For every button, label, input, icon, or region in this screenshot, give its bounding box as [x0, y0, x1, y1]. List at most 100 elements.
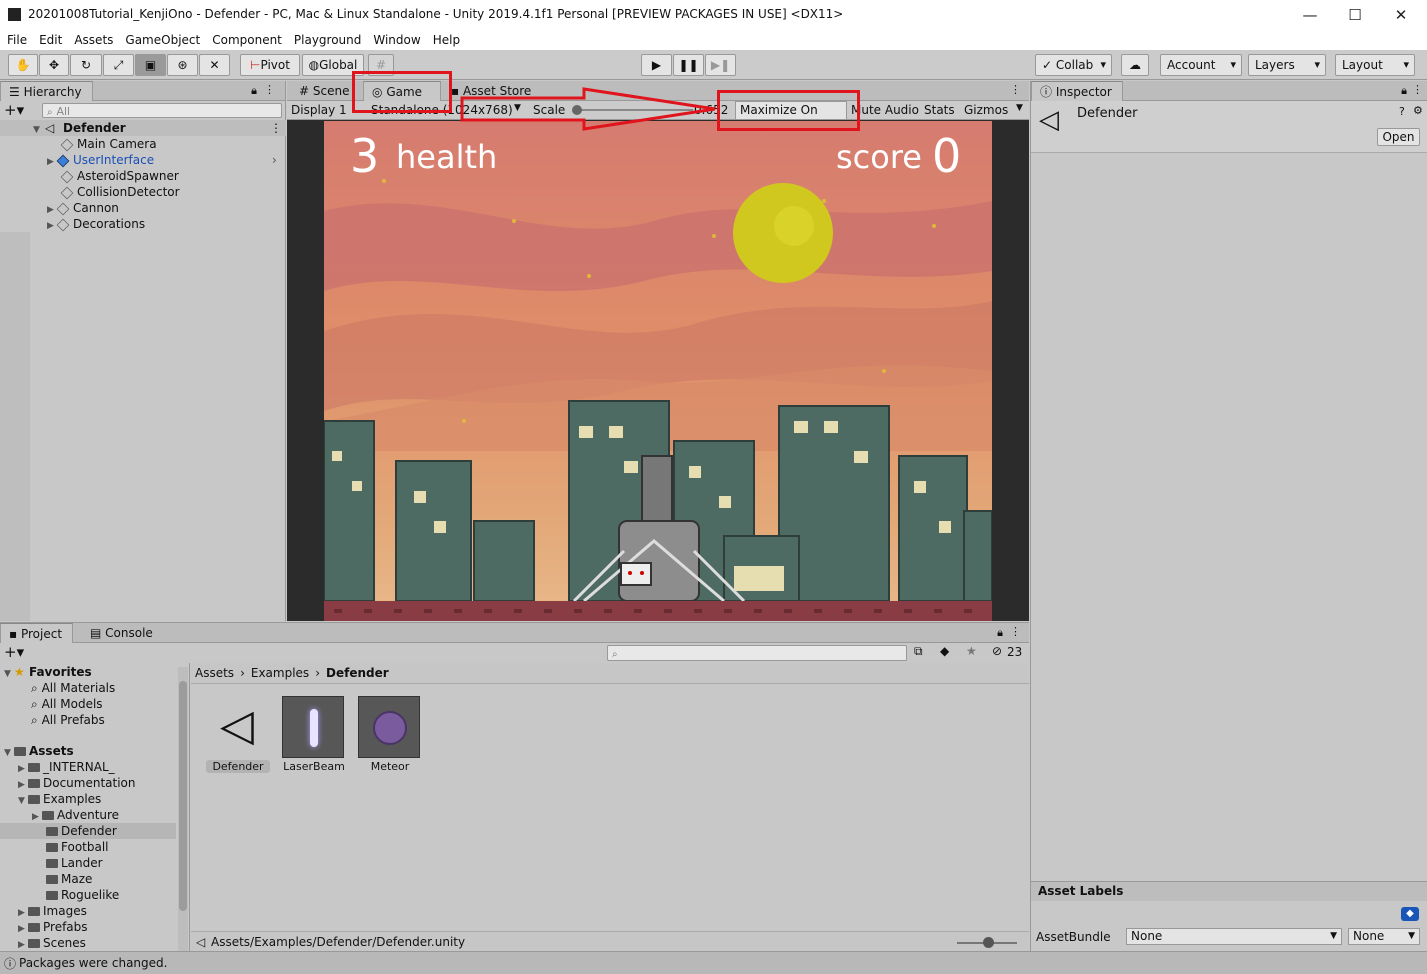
search-by-type-icon[interactable]: ⧉ — [914, 644, 923, 659]
scale-tool-button[interactable]: ⤢ — [103, 54, 134, 76]
rotate-tool-button[interactable]: ↻ — [70, 54, 102, 76]
collab-dropdown[interactable]: ✓ Collab — [1035, 54, 1112, 76]
inspector-menu-icon[interactable]: ⋮ — [1412, 83, 1423, 96]
folder-scenes[interactable]: ▶ Scenes — [18, 935, 86, 951]
layout-dropdown[interactable]: Layout — [1335, 54, 1415, 76]
scene-menu-icon[interactable]: ⋮ — [270, 120, 282, 136]
menu-playground[interactable]: Playground — [288, 30, 367, 50]
asset-meteor[interactable]: Meteor — [358, 696, 422, 776]
asset-laserbeam[interactable]: LaserBeam — [282, 696, 346, 776]
folder-defender[interactable]: Defender — [46, 823, 117, 839]
move-tool-button[interactable]: ✥ — [39, 54, 69, 76]
folder-label: _INTERNAL_ — [43, 760, 115, 774]
favorites-header[interactable]: ▼ ★ Favorites — [4, 664, 92, 680]
menu-window[interactable]: Window — [367, 30, 426, 50]
asset-label-tag-icon[interactable]: ◆ — [1401, 907, 1419, 921]
folder-lander[interactable]: Lander — [46, 855, 103, 871]
favorite-all-models[interactable]: ⌕ All Models — [31, 696, 103, 712]
menu-edit[interactable]: Edit — [33, 30, 68, 50]
lock-icon[interactable]: 🔒︎ — [251, 84, 257, 98]
menu-file[interactable]: File — [1, 30, 33, 50]
open-button[interactable]: Open — [1377, 128, 1420, 146]
folder-prefabs[interactable]: ▶ Prefabs — [18, 919, 88, 935]
panel-menu-icon[interactable]: ⋮ — [264, 83, 275, 96]
assets-root[interactable]: ▼ Assets — [4, 743, 74, 759]
hierarchy-search-field[interactable]: ⌕ All — [42, 103, 282, 118]
play-button[interactable]: ▶ — [641, 54, 672, 76]
display-dropdown[interactable]: Display 1 — [291, 103, 347, 117]
maximize-button[interactable]: ☐ — [1342, 4, 1368, 26]
hand-tool-button[interactable]: ✋ — [8, 54, 38, 76]
stats-toggle[interactable]: Stats — [924, 103, 955, 117]
tab-project[interactable]: ▪ Project — [0, 623, 74, 643]
tab-console[interactable]: ▤ Console — [82, 623, 163, 643]
folder-roguelike[interactable]: Roguelike — [46, 887, 119, 903]
asset-labels-header[interactable]: Asset Labels — [1031, 881, 1427, 901]
settings-gear-icon[interactable]: ⚙ — [1413, 104, 1423, 117]
icon-size-slider-thumb[interactable] — [983, 937, 994, 948]
folder-adventure[interactable]: ▶ Adventure — [32, 807, 119, 823]
hierarchy-item-asteroidspawner[interactable]: AsteroidSpawner — [60, 168, 179, 184]
asset-variant-dropdown[interactable]: None ▼ — [1348, 928, 1420, 945]
prefab-open-chevron-icon[interactable]: › — [272, 152, 277, 168]
expand-arrow[interactable]: ▶ — [47, 218, 57, 234]
hierarchy-item-decorations[interactable]: ▶ Decorations — [47, 216, 145, 232]
pivot-toggle[interactable]: ⊢Pivot — [240, 54, 300, 76]
favorite-all-materials[interactable]: ⌕ All Materials — [31, 680, 115, 696]
hierarchy-item-main-camera[interactable]: Main Camera — [60, 136, 157, 152]
folder-internal[interactable]: ▶ _INTERNAL_ — [18, 759, 115, 775]
pause-button[interactable]: ❚❚ — [673, 54, 704, 76]
folder-icon — [28, 763, 40, 772]
laserbeam-thumbnail — [282, 696, 344, 758]
account-dropdown[interactable]: Account — [1160, 54, 1242, 76]
custom-tool-button[interactable]: ✕ — [199, 54, 230, 76]
project-search-field[interactable]: ⌕ — [607, 645, 907, 661]
mute-audio-toggle[interactable]: Mute Audio — [851, 103, 919, 117]
help-icon[interactable]: ? — [1399, 105, 1405, 118]
breadcrumb-assets[interactable]: Assets — [195, 666, 234, 680]
favorite-star-icon[interactable]: ★ — [966, 644, 977, 658]
folder-football[interactable]: Football — [46, 839, 109, 855]
layout-label: Layout — [1342, 58, 1383, 72]
folder-documentation[interactable]: ▶ Documentation — [18, 775, 136, 791]
hierarchy-item-userinterface[interactable]: ▶ UserInterface — [47, 152, 154, 168]
hidden-packages-icon[interactable]: ⊘ — [992, 644, 1002, 658]
transform-tool-button[interactable]: ⊛ — [167, 54, 198, 76]
folder-images[interactable]: ▶ Images — [18, 903, 87, 919]
hierarchy-item-collisiondetector[interactable]: CollisionDetector — [60, 184, 180, 200]
gizmos-toggle[interactable]: Gizmos — [964, 103, 1008, 117]
folder-tree-scrollbar[interactable] — [178, 667, 188, 952]
game-viewport[interactable]: 3 health score 0 — [324, 121, 992, 621]
center-menu-icon[interactable]: ⋮ — [1010, 83, 1021, 96]
rect-tool-button[interactable]: ▣ — [135, 54, 166, 76]
expand-arrow[interactable]: ▶ — [47, 154, 57, 170]
folder-maze[interactable]: Maze — [46, 871, 92, 887]
project-menu-icon[interactable]: ⋮ — [1010, 625, 1021, 638]
favorite-all-prefabs[interactable]: ⌕ All Prefabs — [31, 712, 105, 728]
tab-inspector[interactable]: ⓘ Inspector — [1031, 81, 1123, 101]
create-plus-icon[interactable]: +▾ — [4, 643, 24, 661]
breadcrumb-examples[interactable]: Examples — [251, 666, 309, 680]
close-button[interactable]: ✕ — [1388, 4, 1414, 26]
menu-component[interactable]: Component — [206, 30, 288, 50]
menu-gameobject[interactable]: GameObject — [119, 30, 206, 50]
layers-dropdown[interactable]: Layers — [1248, 54, 1326, 76]
create-plus-icon[interactable]: +▾ — [4, 101, 24, 119]
inspector-lock-icon[interactable]: 🔒︎ — [1401, 84, 1407, 98]
asset-bundle-dropdown[interactable]: None ▼ — [1126, 928, 1342, 945]
tab-scene[interactable]: # Scene — [291, 81, 359, 101]
hierarchy-item-cannon[interactable]: ▶ Cannon — [47, 200, 119, 216]
asset-defender-scene[interactable]: ◁ Defender — [206, 696, 270, 776]
tab-hierarchy[interactable]: ☰ Hierarchy — [0, 81, 93, 101]
cloud-button[interactable]: ☁ — [1121, 54, 1149, 76]
gizmos-chevron-icon[interactable]: ▼ — [1016, 103, 1023, 113]
folder-examples[interactable]: ▼ Examples — [18, 791, 101, 807]
step-button[interactable]: ▶❚ — [705, 54, 736, 76]
scene-row[interactable]: ▼ ◁ Defender ⋮ — [0, 120, 286, 136]
search-by-label-icon[interactable]: ◆ — [940, 644, 949, 658]
project-lock-icon[interactable]: 🔒︎ — [997, 626, 1003, 640]
breadcrumb-defender[interactable]: Defender — [326, 666, 389, 680]
menu-assets[interactable]: Assets — [68, 30, 119, 50]
minimize-button[interactable]: — — [1297, 4, 1323, 26]
menu-help[interactable]: Help — [427, 30, 466, 50]
